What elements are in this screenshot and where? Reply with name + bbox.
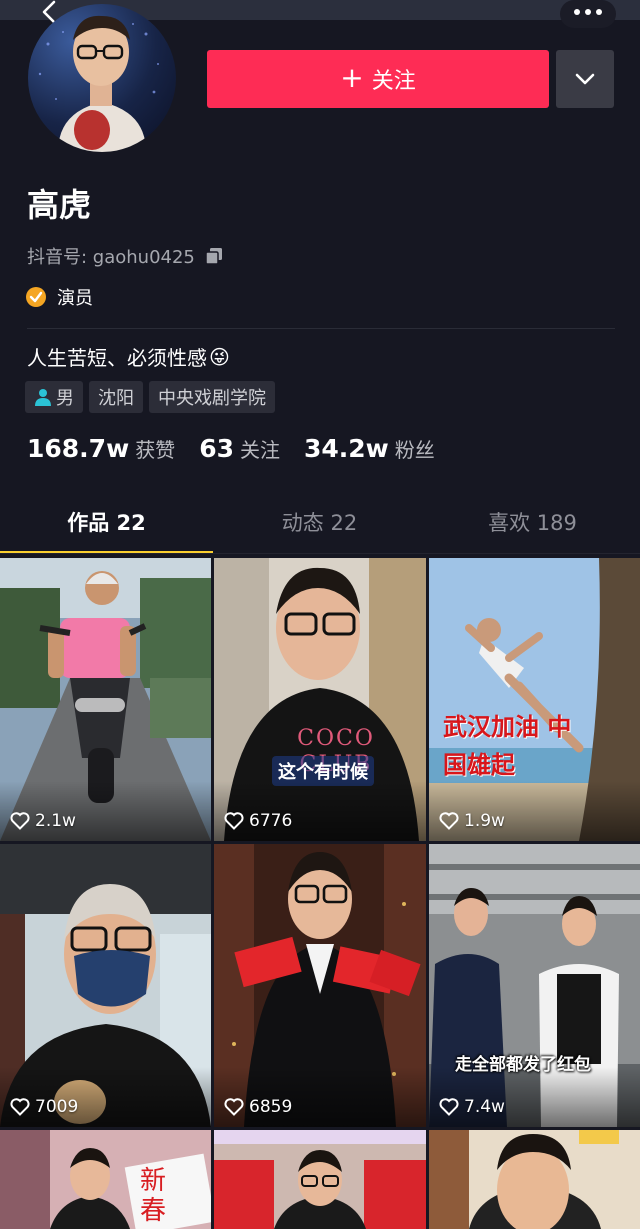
heart-icon [439, 812, 459, 830]
tag-school: 中央戏剧学院 [149, 381, 275, 413]
video-likes: 6776 [224, 811, 292, 831]
video-thumbnail[interactable]: 武汉加油 中国雄起 1.9w [429, 558, 640, 841]
divider [27, 328, 615, 329]
video-thumbnail[interactable]: 走全部都发了红包 7.4w [429, 844, 640, 1127]
male-icon [35, 389, 51, 406]
heart-icon [224, 812, 244, 830]
video-likes: 1.9w [439, 811, 505, 831]
stats-row: 168.7w 获赞 63 关注 34.2w 粉丝 [27, 434, 459, 463]
video-thumbnail[interactable]: 2.1w [0, 558, 211, 841]
video-caption: 新 春 [140, 1166, 167, 1226]
plus-icon: + [340, 61, 364, 94]
likes-count: 168.7w [27, 434, 130, 463]
bio: 人生苦短、必须性感 😜 [27, 342, 230, 371]
video-thumbnail[interactable]: COCO CLUB 这个有时候 6776 [214, 558, 426, 841]
tab-posts[interactable]: 动态 22 [213, 492, 426, 552]
video-thumbnail[interactable] [214, 1130, 426, 1229]
chevron-down-icon [575, 73, 595, 85]
following-label[interactable]: 关注 [240, 434, 280, 463]
video-likes: 7.4w [439, 1097, 505, 1117]
copy-icon[interactable] [205, 247, 223, 265]
recommend-dropdown-button[interactable] [556, 50, 614, 108]
heart-icon [10, 1098, 30, 1116]
follow-button[interactable]: + 关注 [207, 50, 549, 108]
likes-label: 获赞 [135, 438, 176, 462]
followers-label[interactable]: 粉丝 [395, 434, 435, 463]
heart-icon [439, 1098, 459, 1116]
tab-works[interactable]: 作品 22 [0, 492, 213, 552]
tab-divider [0, 553, 640, 554]
heart-icon [10, 812, 30, 830]
more-options-button[interactable] [560, 0, 616, 28]
tag-location: 沈阳 [89, 381, 143, 413]
thumbnail-image [429, 1130, 640, 1229]
followers-count[interactable]: 34.2w [304, 434, 389, 463]
douyin-id: 抖音号: gaohu0425 [27, 247, 195, 268]
video-likes: 2.1w [10, 811, 76, 831]
wink-tongue-emoji-icon: 😜 [209, 344, 230, 369]
verification-label: 演员 [57, 288, 93, 309]
bio-text: 人生苦短、必须性感 [27, 346, 207, 370]
following-count[interactable]: 63 [199, 434, 234, 463]
profile-tags: 男 沈阳 中央戏剧学院 [25, 381, 275, 413]
video-thumbnail[interactable] [429, 1130, 640, 1229]
video-likes: 6859 [224, 1097, 292, 1117]
video-thumbnail[interactable]: 6859 [214, 844, 426, 1127]
heart-icon [224, 1098, 244, 1116]
tab-likes[interactable]: 喜欢 189 [426, 492, 639, 552]
verified-badge-icon [26, 287, 46, 307]
verification-row: 演员 [25, 284, 93, 310]
video-caption: 武汉加油 中国雄起 [443, 712, 572, 779]
video-thumbnail[interactable]: 新 春 [0, 1130, 211, 1229]
douyin-id-row: 抖音号: gaohu0425 [27, 243, 223, 269]
video-thumbnail[interactable]: 7009 [0, 844, 211, 1127]
profile-name: 高虎 [27, 186, 92, 224]
avatar[interactable] [28, 4, 176, 152]
profile-tabs: 作品 22 动态 22 喜欢 189 [0, 492, 640, 554]
thumbnail-image [214, 1130, 426, 1229]
avatar-photo [38, 15, 159, 152]
follow-label: 关注 [371, 69, 416, 94]
tag-gender: 男 [25, 381, 83, 413]
video-likes: 7009 [10, 1097, 78, 1117]
